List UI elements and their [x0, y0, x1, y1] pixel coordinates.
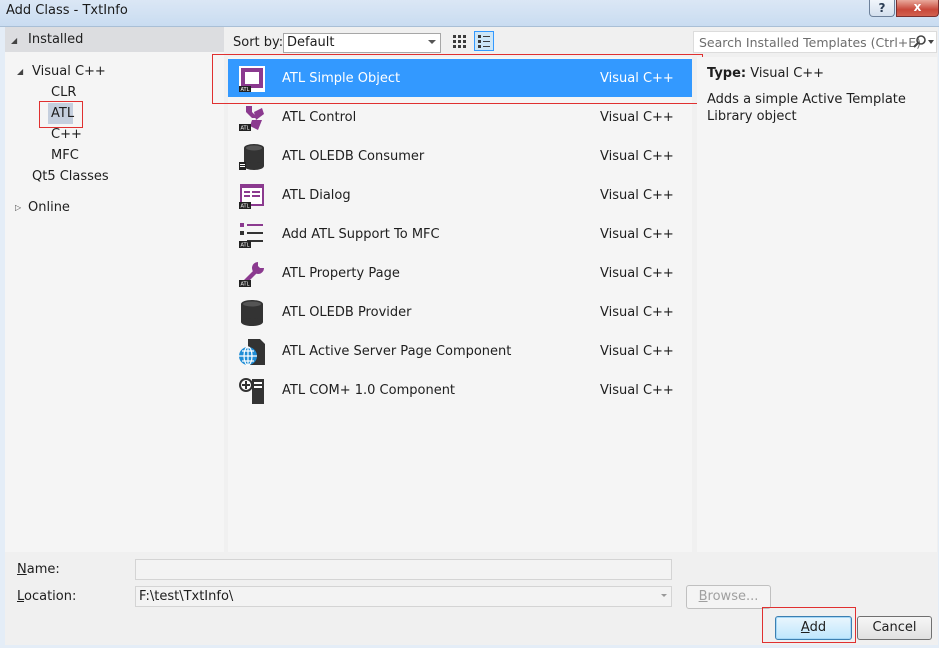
asp-globe-icon	[239, 339, 265, 366]
template-language: Visual C++	[600, 110, 674, 125]
sort-by-value: Default	[287, 35, 335, 50]
template-language: Visual C++	[600, 227, 674, 242]
type-label: Type:	[707, 66, 747, 81]
svg-text:ATL: ATL	[241, 282, 250, 288]
atl-control-icon: ATL	[239, 106, 264, 132]
template-name: ATL COM+ 1.0 Component	[282, 383, 456, 398]
location-label-text: ocation:	[24, 589, 77, 604]
highlight-box-simple-object	[212, 54, 703, 104]
template-tree	[5, 27, 224, 552]
list-view-button[interactable]	[474, 31, 494, 51]
svg-text:ATL: ATL	[241, 126, 250, 132]
template-language: Visual C++	[600, 344, 674, 359]
expand-visual-cpp-icon[interactable]: ◢	[17, 67, 23, 76]
template-name: ATL OLEDB Provider	[282, 305, 412, 320]
dropdown-arrow-icon	[428, 40, 436, 44]
name-label: Name:	[17, 562, 60, 577]
template-name: ATL Property Page	[282, 266, 400, 281]
window-title: Add Class - TxtInfo	[6, 3, 128, 18]
template-language: Visual C++	[600, 305, 674, 320]
tree-item-online[interactable]: Online	[28, 200, 70, 215]
search-templates-input[interactable]: Search Installed Templates (Ctrl+E)	[693, 31, 937, 53]
template-name: ATL OLEDB Consumer	[282, 149, 425, 164]
template-row-atl-property-page[interactable]: ATL ATL Property Page Visual C++	[228, 254, 692, 292]
highlight-box-add	[762, 607, 856, 643]
close-button[interactable]: x	[896, 0, 939, 17]
location-label: Location:	[17, 589, 77, 604]
template-row-atl-dialog[interactable]: ATL ATL Dialog Visual C++	[228, 176, 692, 214]
details-panel	[697, 57, 937, 552]
template-type: Type: Visual C++	[707, 66, 824, 81]
tree-item-installed[interactable]: Installed	[28, 32, 83, 47]
template-row-atl-com-plus[interactable]: ATL COM+ 1.0 Component Visual C++	[228, 371, 692, 409]
browse-label: rowse...	[707, 589, 759, 604]
template-language: Visual C++	[600, 383, 674, 398]
template-language: Visual C++	[600, 188, 674, 203]
tree-item-clr[interactable]: CLR	[51, 85, 76, 100]
help-button[interactable]: ?	[869, 0, 895, 17]
sort-by-select[interactable]: Default	[283, 33, 441, 53]
atl-mfc-support-icon: ATL	[239, 223, 263, 249]
location-value: F:\test\TxtInfo\	[139, 589, 234, 604]
atl-dialog-icon: ATL	[239, 184, 264, 210]
template-language: Visual C++	[600, 266, 674, 281]
database-provider-icon	[241, 300, 263, 326]
template-name: ATL Dialog	[282, 188, 351, 203]
search-placeholder: Search Installed Templates (Ctrl+E)	[699, 35, 922, 50]
browse-button[interactable]: Browse...	[686, 585, 771, 609]
highlight-box-atl	[39, 101, 83, 128]
list-view-icon	[478, 35, 490, 48]
grid-view-icon	[453, 35, 466, 48]
template-row-atl-oledb-provider[interactable]: ATL OLEDB Provider Visual C++	[228, 293, 692, 331]
expand-installed-icon[interactable]: ◢	[11, 36, 17, 45]
template-language: Visual C++	[600, 149, 674, 164]
tree-item-qt5-classes[interactable]: Qt5 Classes	[32, 169, 109, 184]
title-bar: Add Class - TxtInfo ? x	[0, 0, 939, 27]
template-row-atl-control[interactable]: ATL ATL Control Visual C++	[228, 98, 692, 136]
tree-item-visual-cpp[interactable]: Visual C++	[32, 64, 106, 79]
search-options-arrow-icon[interactable]	[928, 40, 934, 45]
database-consumer-icon	[239, 144, 264, 170]
grid-view-button[interactable]	[449, 31, 469, 51]
name-field[interactable]	[135, 559, 672, 580]
template-description: Adds a simple Active Template Library ob…	[707, 92, 906, 124]
template-name: ATL Control	[282, 110, 357, 125]
tree-item-mfc[interactable]: MFC	[51, 148, 79, 163]
template-row-atl-oledb-consumer[interactable]: ATL OLEDB Consumer Visual C++	[228, 137, 692, 175]
location-field[interactable]: F:\test\TxtInfo\	[135, 586, 672, 607]
sort-by-label: Sort by:	[233, 35, 284, 50]
svg-text:ATL: ATL	[241, 243, 250, 249]
atl-property-page-icon: ATL	[239, 262, 264, 288]
template-row-atl-asp-component[interactable]: ATL Active Server Page Component Visual …	[228, 332, 692, 370]
expand-online-icon[interactable]: ▷	[15, 203, 21, 212]
cancel-button[interactable]: Cancel	[857, 616, 932, 640]
name-label-text: ame:	[26, 562, 60, 577]
template-row-add-atl-support-mfc[interactable]: ATL Add ATL Support To MFC Visual C++	[228, 215, 692, 253]
template-name: Add ATL Support To MFC	[282, 227, 440, 242]
search-icon[interactable]	[913, 35, 927, 49]
type-value: Visual C++	[750, 66, 825, 81]
svg-text:ATL: ATL	[241, 204, 250, 210]
location-dropdown-icon	[661, 594, 667, 597]
com-plus-icon	[239, 378, 264, 404]
tree-item-cpp[interactable]: C++	[51, 127, 82, 142]
template-name: ATL Active Server Page Component	[282, 344, 512, 359]
